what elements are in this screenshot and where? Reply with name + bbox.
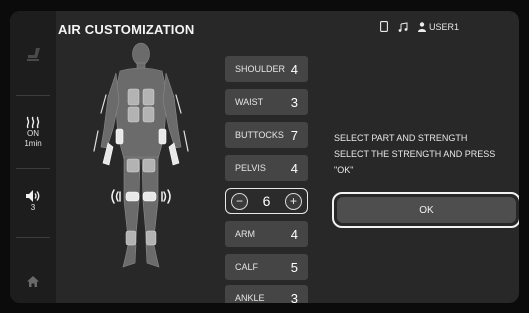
- recline-button[interactable]: [10, 36, 56, 72]
- part-value: 4: [290, 226, 298, 242]
- increase-button[interactable]: +: [284, 192, 302, 210]
- page-title: AIR CUSTOMIZATION: [58, 22, 195, 37]
- part-label: ARM: [235, 229, 255, 239]
- part-value: 3: [290, 290, 298, 304]
- instruction-line: SELECT THE STRENGTH AND PRESS: [334, 149, 496, 159]
- part-value: 4: [290, 160, 298, 176]
- part-shoulder[interactable]: SHOULDER 4: [225, 56, 308, 82]
- music-icon: [398, 21, 408, 32]
- decrease-button[interactable]: −: [231, 192, 248, 210]
- part-label: BUTTOCKS: [235, 130, 284, 140]
- volume-level: 3: [30, 203, 36, 212]
- part-label: CALF: [235, 262, 259, 272]
- status-bar: USER1: [380, 21, 459, 32]
- part-label: ANKLE: [235, 293, 265, 303]
- part-arm[interactable]: ARM 4: [225, 221, 308, 247]
- instruction-line: "OK": [334, 165, 354, 175]
- part-buttocks[interactable]: BUTTOCKS 7: [225, 122, 308, 148]
- phone-icon: [380, 21, 388, 32]
- volume-icon: [26, 190, 40, 202]
- strength-stepper[interactable]: − 6 +: [225, 188, 308, 214]
- user-name: USER1: [428, 21, 459, 32]
- home-button[interactable]: [10, 269, 56, 293]
- instruction-text: SELECT PART AND STRENGTH SELECT THE STRE…: [334, 130, 495, 178]
- part-ankle[interactable]: ANKLE 3: [225, 285, 308, 303]
- instruction-line: SELECT PART AND STRENGTH: [334, 133, 468, 143]
- part-label: PELVIS: [235, 163, 266, 173]
- part-label: WAIST: [235, 97, 264, 107]
- part-value: 4: [290, 61, 298, 77]
- heat-state: ON: [27, 128, 39, 138]
- part-pelvis[interactable]: PELVIS 4: [225, 155, 308, 181]
- user-icon: [417, 21, 426, 32]
- strength-value: 6: [262, 193, 271, 209]
- sidebar: ON 1min 3: [10, 11, 56, 303]
- heat-icon: [26, 116, 40, 128]
- part-label: SHOULDER: [235, 64, 286, 74]
- ok-button[interactable]: OK: [332, 192, 519, 228]
- part-value: 3: [290, 94, 298, 110]
- volume-button[interactable]: 3: [10, 181, 56, 221]
- recline-icon: [27, 48, 40, 61]
- heat-time: 1min: [24, 138, 42, 148]
- home-icon: [27, 275, 39, 287]
- heat-button[interactable]: ON 1min: [10, 107, 56, 157]
- body-figure: [93, 42, 189, 268]
- part-calf[interactable]: CALF 5: [225, 254, 308, 280]
- ok-button-label: OK: [337, 197, 516, 223]
- app-screen: ON 1min 3 AIR CUSTOMIZATION USER1 SHOULD…: [10, 11, 519, 303]
- part-waist[interactable]: WAIST 3: [225, 89, 308, 115]
- part-value: 7: [290, 127, 298, 143]
- part-value: 5: [290, 259, 298, 275]
